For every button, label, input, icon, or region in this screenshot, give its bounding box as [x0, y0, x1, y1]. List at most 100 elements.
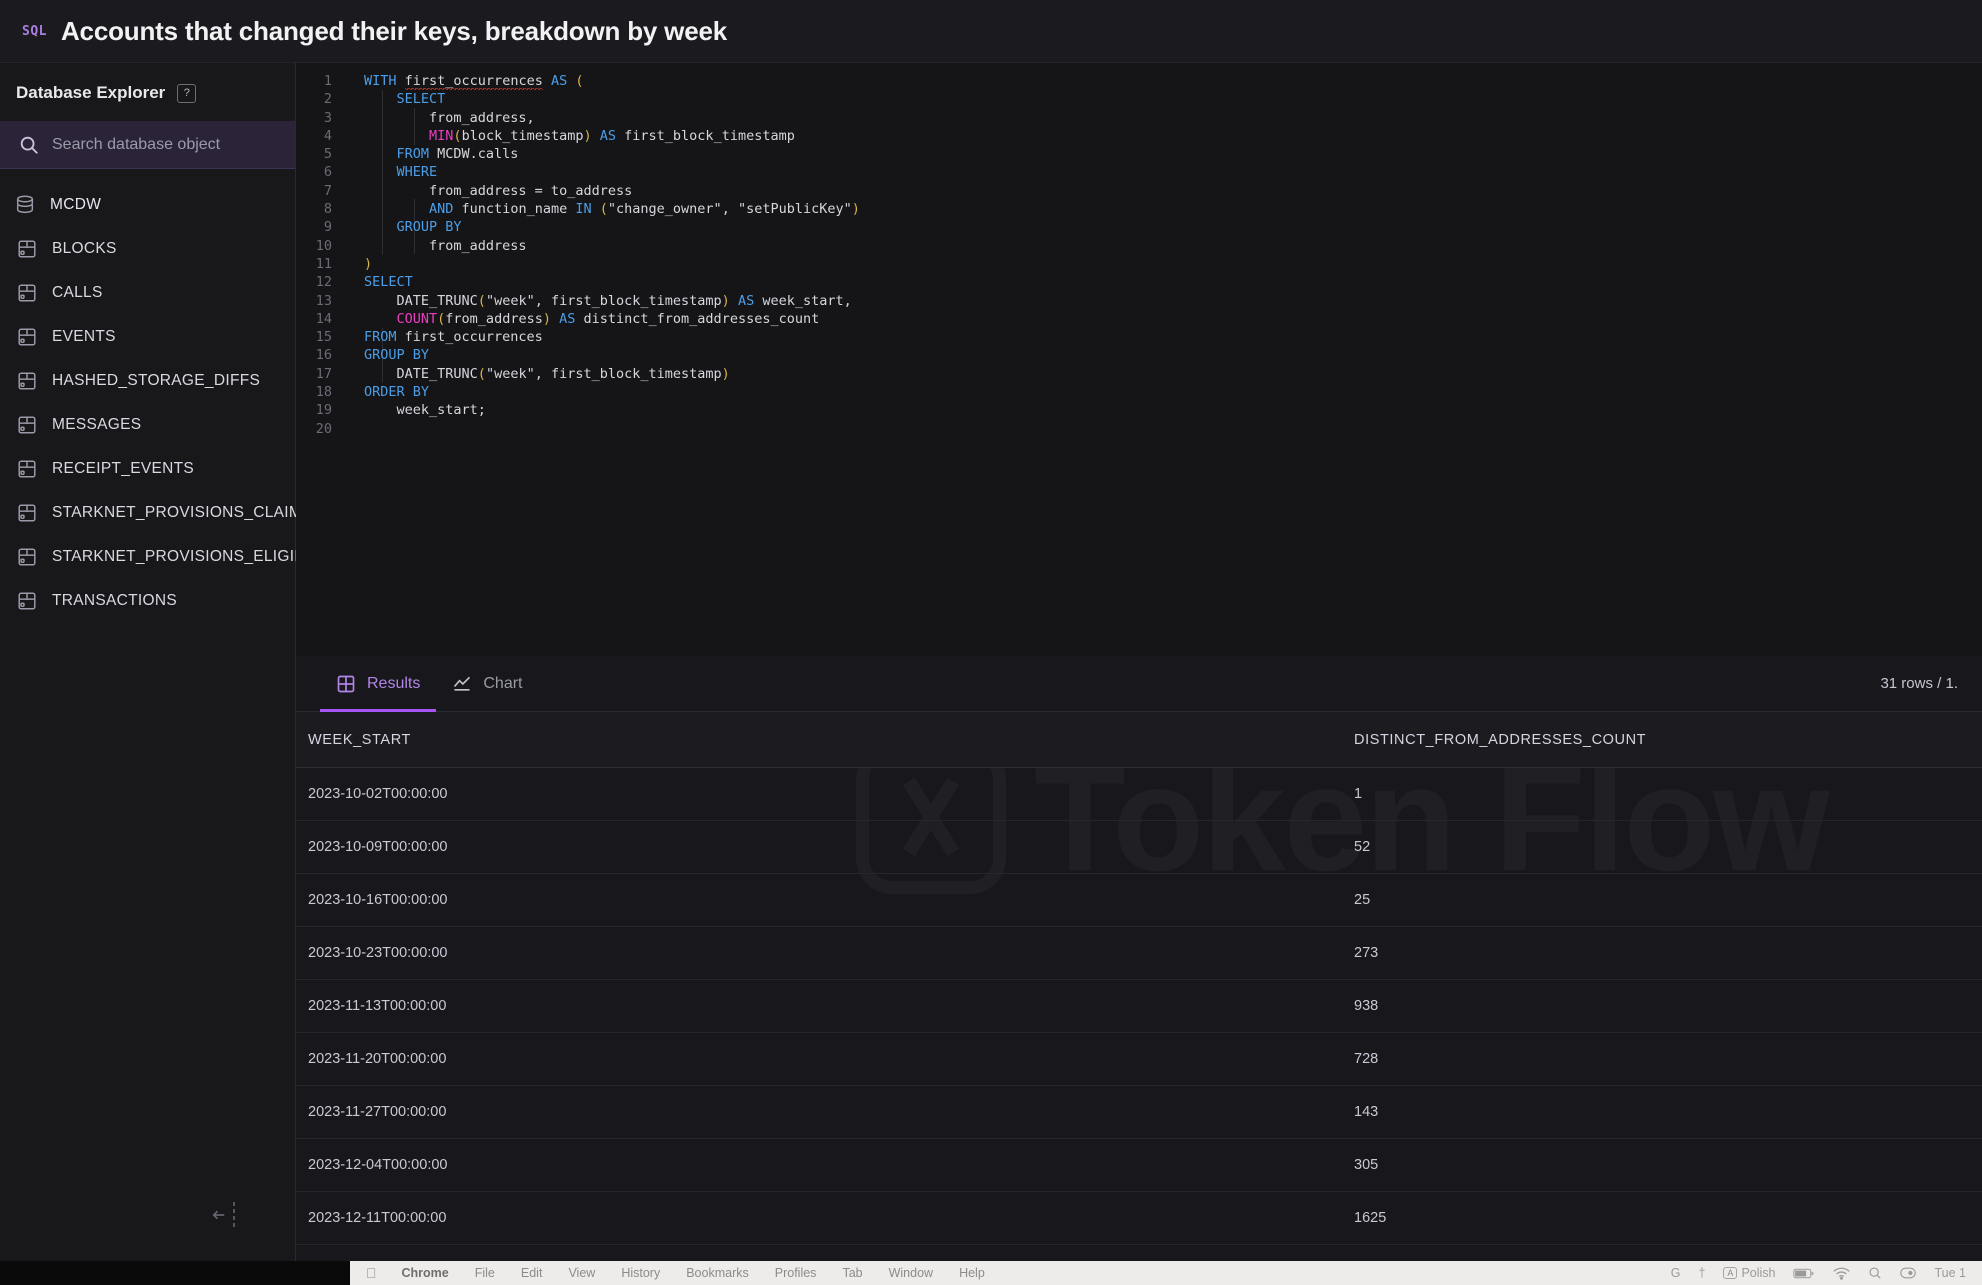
cell-week-start: 2023-11-20T00:00:00: [296, 1032, 1346, 1086]
table-row[interactable]: 2023-11-13T00:00:00 938: [296, 979, 1982, 1033]
sidebar-item-blocks[interactable]: BLOCKS: [0, 227, 295, 271]
menubar-item-tab[interactable]: Tab: [829, 1266, 875, 1280]
clock-label[interactable]: Tue 1: [1934, 1266, 1966, 1280]
database-tree: MCDW BLOCKS CALLS EVENTS HASHED_STORAGE_DIFF…: [0, 169, 343, 623]
apple-logo-icon[interactable]: : [360, 1265, 389, 1281]
menubar-item-profiles[interactable]: Profiles: [762, 1266, 830, 1280]
code-text: WITH first_occurrences AS (: [364, 73, 584, 90]
menubar-item-chrome[interactable]: Chrome: [389, 1266, 462, 1280]
code-text: WHERE: [396, 164, 438, 181]
column-header-week-start[interactable]: WEEK_START: [296, 712, 1346, 768]
code-line[interactable]: 4 MIN(block_timestamp) AS first_block_ti…: [296, 127, 1982, 145]
sidebar-item-starknet_provisions_eligibility[interactable]: STARKNET_PROVISIONS_ELIGIBILITY: [0, 535, 343, 579]
sidebar-collapse-handle[interactable]: [210, 1202, 235, 1227]
help-icon[interactable]: ?: [177, 83, 197, 103]
code-line[interactable]: 10 from_address: [296, 237, 1982, 255]
grammarly-icon[interactable]: G: [1671, 1266, 1681, 1280]
column-header-distinct-count[interactable]: DISTINCT_FROM_ADDRESSES_COUNT: [1346, 712, 1982, 768]
code-line[interactable]: 1 WITH first_occurrences AS (: [296, 72, 1982, 90]
line-number: 9: [323, 219, 332, 236]
table-row[interactable]: 2023-12-11T00:00:00 1625: [296, 1191, 1982, 1245]
sql-editor[interactable]: 1 WITH first_occurrences AS (2 SELECT 3 fr…: [296, 63, 1982, 656]
tab-results[interactable]: Results: [320, 656, 437, 712]
table-row[interactable]: 2023-10-23T00:00:00 273: [296, 926, 1982, 980]
cell-week-start: 2023-12-11T00:00:00: [296, 1191, 1346, 1245]
code-text: DATE_TRUNC("week", first_block_timestamp…: [364, 292, 852, 309]
sidebar-item-messages[interactable]: MESSAGES: [0, 403, 295, 447]
code-line[interactable]: 13 DATE_TRUNC("week", first_block_timest…: [296, 292, 1982, 310]
code-line[interactable]: 18 ORDER BY: [296, 383, 1982, 401]
code-line[interactable]: 3 from_address,: [296, 109, 1982, 127]
code-line[interactable]: 12 SELECT: [296, 273, 1982, 291]
table-icon: [18, 372, 36, 390]
sidebar-item-label: HASHED_STORAGE_DIFFS: [52, 372, 261, 389]
code-line[interactable]: 9 GROUP BY: [296, 218, 1982, 236]
sql-badge: SQL: [22, 23, 47, 39]
table-row[interactable]: 2023-10-16T00:00:00 25: [296, 873, 1982, 927]
code-line[interactable]: 16 GROUP BY: [296, 346, 1982, 364]
input-source-label: Polish: [1741, 1266, 1776, 1280]
sidebar-item-calls[interactable]: CALLS: [0, 271, 295, 315]
code-line[interactable]: 7 from_address = to_address: [296, 182, 1982, 200]
code-text: COUNT(from_address) AS distinct_from_add…: [396, 310, 820, 327]
cell-week-start: 2023-10-02T00:00:00: [296, 767, 1346, 821]
wifi-icon[interactable]: [1833, 1267, 1851, 1280]
sidebar-item-label: MCDW: [50, 196, 102, 213]
tab-chart[interactable]: Chart: [436, 656, 538, 712]
cell-week-start: 2023-11-27T00:00:00: [296, 1085, 1346, 1139]
table-row[interactable]: 2023-11-27T00:00:00 143: [296, 1085, 1982, 1139]
code-line[interactable]: 8 AND function_name IN ("change_owner", …: [296, 200, 1982, 218]
menubar-item-file[interactable]: File: [462, 1266, 508, 1280]
menubar-item-view[interactable]: View: [555, 1266, 608, 1280]
code-line[interactable]: 14 COUNT(from_address) AS distinct_from_…: [296, 310, 1982, 328]
code-text: from_address: [364, 237, 527, 254]
code-text: SELECT: [396, 91, 446, 108]
cell-distinct-count: 52: [1346, 820, 1982, 874]
search-icon[interactable]: [1868, 1266, 1882, 1280]
code-line[interactable]: 20: [296, 420, 1982, 438]
line-number: 10: [315, 237, 332, 254]
table-row[interactable]: 2023-10-09T00:00:00 52: [296, 820, 1982, 874]
table-icon: [18, 416, 36, 434]
code-line[interactable]: 15 FROM first_occurrences: [296, 328, 1982, 346]
sidebar-item-mcdw[interactable]: MCDW: [0, 183, 295, 227]
code-line[interactable]: 19 week_start;: [296, 401, 1982, 419]
code-line[interactable]: 17 DATE_TRUNC("week", first_block_timest…: [296, 365, 1982, 383]
cell-distinct-count: 305: [1346, 1138, 1982, 1192]
table-row[interactable]: 2023-12-04T00:00:00 305: [296, 1138, 1982, 1192]
database-explorer-sidebar: Database Explorer ? Search database obje…: [0, 63, 343, 1285]
table-row[interactable]: 2023-10-02T00:00:00 1: [296, 767, 1982, 821]
search-input[interactable]: Search database object: [52, 136, 220, 154]
line-number: 15: [315, 329, 332, 346]
code-line[interactable]: 6 WHERE: [296, 163, 1982, 181]
cell-distinct-count: 1: [1346, 767, 1982, 821]
menubar-item-bookmarks[interactable]: Bookmarks: [673, 1266, 762, 1280]
sidebar-item-hashed_storage_diffs[interactable]: HASHED_STORAGE_DIFFS: [0, 359, 295, 403]
page-title: Accounts that changed their keys, breakd…: [60, 15, 727, 46]
code-text: FROM first_occurrences: [364, 329, 543, 346]
menubar-item-window[interactable]: Window: [876, 1266, 946, 1280]
sidebar-item-transactions[interactable]: TRANSACTIONS: [0, 579, 295, 623]
search-icon: [20, 136, 38, 154]
input-source-indicator[interactable]: A Polish: [1723, 1266, 1775, 1280]
code-text: SELECT: [364, 274, 413, 291]
sidebar-item-events[interactable]: EVENTS: [0, 315, 295, 359]
code-line[interactable]: 5 FROM MCDW.calls: [296, 145, 1982, 163]
menubar-status-area: G † A Polish Tue 1: [1671, 1266, 1972, 1280]
code-text: from_address = to_address: [364, 182, 633, 199]
battery-icon[interactable]: [1793, 1268, 1815, 1279]
dagger-icon[interactable]: †: [1698, 1266, 1705, 1280]
line-chart-icon: [454, 676, 471, 691]
sidebar-item-starknet_provisions_claims[interactable]: STARKNET_PROVISIONS_CLAIMS: [0, 491, 312, 535]
menubar-item-edit[interactable]: Edit: [508, 1266, 556, 1280]
code-text: DATE_TRUNC("week", first_block_timestamp…: [364, 365, 730, 382]
sidebar-item-receipt_events[interactable]: RECEIPT_EVENTS: [0, 447, 295, 491]
code-text: ORDER BY: [364, 384, 430, 401]
menubar-item-history[interactable]: History: [608, 1266, 673, 1280]
menubar-item-help[interactable]: Help: [946, 1266, 998, 1280]
search-database-object-row[interactable]: Search database object: [0, 121, 295, 169]
control-center-icon[interactable]: [1900, 1267, 1917, 1279]
code-line[interactable]: 2 SELECT: [296, 90, 1982, 108]
code-line[interactable]: 11): [296, 255, 1982, 273]
table-row[interactable]: 2023-11-20T00:00:00 728: [296, 1032, 1982, 1086]
